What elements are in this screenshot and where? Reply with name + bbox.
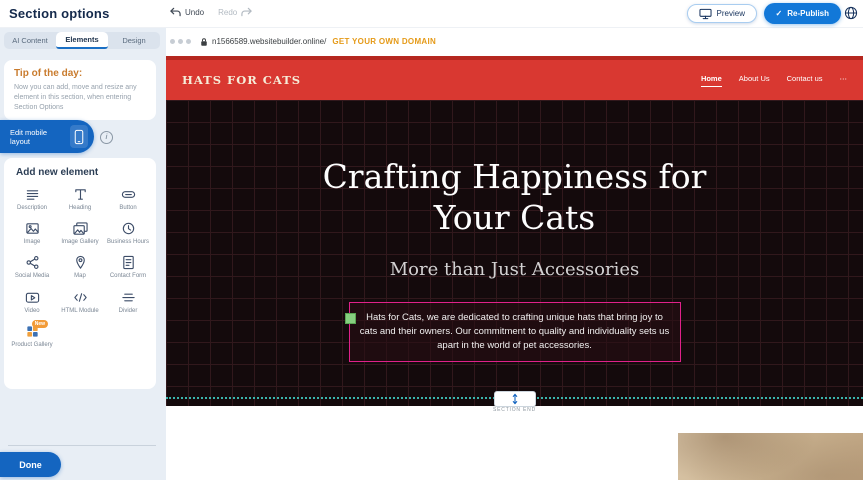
preview-button[interactable]: Preview [687, 4, 757, 23]
social-media-icon [25, 255, 40, 270]
sand-photo [678, 433, 863, 480]
element-button[interactable]: Button [104, 185, 152, 214]
sidebar-divider [8, 445, 156, 446]
website-page: HATS FOR CATS Home About Us Contact us ⋯… [166, 56, 863, 480]
nav-item-contact[interactable]: Contact us [787, 74, 823, 86]
lock-icon [200, 37, 208, 47]
resize-updown-icon [509, 393, 521, 405]
tip-of-the-day-card: Tip of the day: Now you can add, move an… [4, 60, 156, 120]
video-icon [25, 290, 40, 305]
sidebar-tabs: AI Content Elements Design [4, 32, 160, 49]
element-image-gallery[interactable]: Image Gallery [56, 219, 104, 248]
description-icon [25, 187, 40, 202]
next-section [332, 433, 863, 480]
element-social-media[interactable]: Social Media [8, 253, 56, 282]
element-html-module[interactable]: HTML Module [56, 288, 104, 317]
nav-item-home[interactable]: Home [701, 74, 722, 87]
tab-elements[interactable]: Elements [56, 32, 108, 49]
redo-label: Redo [218, 8, 237, 17]
check-icon: ✓ [776, 9, 783, 18]
element-description[interactable]: Description [8, 185, 56, 214]
element-grid: Description Heading Button Image Image G… [8, 185, 152, 351]
business-hours-icon [121, 221, 136, 236]
undo-label: Undo [185, 8, 204, 17]
site-logo[interactable]: HATS FOR CATS [182, 73, 301, 87]
browser-dot-icon [170, 39, 175, 44]
browser-dot-icon [186, 39, 191, 44]
edit-mobile-layout-button[interactable]: Edit mobile layout [0, 120, 94, 153]
hero-subheading[interactable]: More than Just Accessories [390, 259, 640, 280]
browser-bar: n1566589.websitebuilder.online/ GET YOUR… [166, 27, 863, 56]
hero-heading[interactable]: Crafting Happiness for Your Cats [295, 156, 735, 239]
edit-mobile-label: Edit mobile layout [10, 128, 64, 146]
button-icon [121, 187, 136, 202]
sidebar: AI Content Elements Design Tip of the da… [0, 27, 166, 480]
add-new-element-panel: Add new element Description Heading Butt… [4, 158, 156, 389]
site-header: HATS FOR CATS Home About Us Contact us ⋯ [166, 60, 863, 100]
site-nav: Home About Us Contact us ⋯ [701, 74, 847, 87]
divider-icon [121, 290, 136, 305]
page-title: Section options [9, 6, 110, 21]
element-map[interactable]: Map [56, 253, 104, 282]
element-heading[interactable]: Heading [56, 185, 104, 214]
info-icon[interactable]: i [100, 131, 113, 144]
selection-handle[interactable] [345, 313, 356, 324]
tip-body: Now you can add, move and resize any ele… [14, 83, 146, 112]
element-product-gallery[interactable]: New Product Gallery [8, 322, 56, 351]
element-divider[interactable]: Divider [104, 288, 152, 317]
map-pin-icon [73, 255, 88, 270]
undo-button[interactable]: Undo [170, 7, 204, 17]
tip-title: Tip of the day: [14, 68, 146, 79]
section-end-line: SECTION END [166, 397, 863, 399]
image-gallery-icon [73, 221, 88, 236]
hero-section: Crafting Happiness for Your Cats More th… [166, 100, 863, 406]
undo-icon [170, 7, 181, 17]
html-module-icon [73, 290, 88, 305]
republish-label: Re-Publish [787, 9, 829, 18]
redo-button[interactable]: Redo [218, 7, 252, 17]
republish-button[interactable]: ✓ Re-Publish [764, 3, 841, 24]
monitor-icon [699, 8, 712, 20]
hero-body-text: Hats for Cats, we are dedicated to craft… [360, 312, 669, 352]
preview-label: Preview [717, 9, 745, 18]
element-contact-form[interactable]: Contact Form [104, 253, 152, 282]
site-url[interactable]: n1566589.websitebuilder.online/ [212, 37, 326, 46]
nav-more-menu[interactable]: ⋯ [840, 74, 848, 86]
browser-dot-icon [178, 39, 183, 44]
new-badge: New [32, 320, 48, 328]
app-header: Section options Undo Redo Preview ✓ Re-P… [0, 0, 863, 28]
section-end-label: SECTION END [490, 407, 539, 413]
nav-item-about[interactable]: About Us [739, 74, 770, 86]
done-button[interactable]: Done [0, 452, 61, 477]
get-domain-link[interactable]: GET YOUR OWN DOMAIN [332, 37, 436, 46]
tab-design[interactable]: Design [108, 32, 160, 49]
element-video[interactable]: Video [8, 288, 56, 317]
phone-icon [70, 125, 88, 148]
app-window: Section options Undo Redo Preview ✓ Re-P… [0, 0, 863, 480]
language-globe-button[interactable] [844, 6, 858, 25]
tab-ai-content[interactable]: AI Content [4, 32, 56, 49]
contact-form-icon [121, 255, 136, 270]
section-resize-handle[interactable] [494, 391, 536, 407]
image-icon [25, 221, 40, 236]
hero-text-box[interactable]: Hats for Cats, we are dedicated to craft… [349, 302, 681, 363]
heading-icon [73, 187, 88, 202]
history-controls: Undo Redo [170, 7, 252, 17]
globe-icon [844, 6, 858, 20]
element-business-hours[interactable]: Business Hours [104, 219, 152, 248]
redo-icon [241, 7, 252, 17]
element-image[interactable]: Image [8, 219, 56, 248]
add-panel-title: Add new element [16, 167, 152, 178]
